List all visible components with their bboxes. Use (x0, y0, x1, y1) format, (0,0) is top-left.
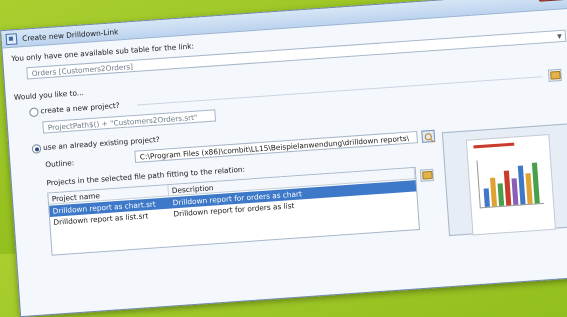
subtable-value: Orders [Customers2Orders] (31, 61, 134, 78)
folder-icon (421, 170, 433, 180)
existing-project-radio[interactable] (31, 143, 42, 154)
search-icon (424, 132, 433, 141)
new-project-path-value: ProjectPath$() + "Customers2Orders.srt" (47, 112, 198, 132)
new-project-radio[interactable] (29, 107, 39, 118)
new-project-label: create a new project? (40, 100, 120, 116)
preview-header-bar (473, 142, 515, 149)
new-project-browse-button[interactable] (547, 68, 562, 82)
question-label: Would you like to... (13, 87, 85, 102)
chevron-down-icon: ▼ (556, 32, 563, 41)
report-preview (441, 123, 567, 237)
preview-chart (476, 156, 544, 209)
outline-search-button[interactable] (421, 129, 436, 143)
outline-label: Outline: (44, 158, 75, 170)
window-title: Create new Drilldown-Link (21, 26, 119, 43)
projects-folder-button[interactable] (419, 168, 434, 182)
outline-path-field[interactable]: C:\Program Files (x86)\combit\LL15\Beisp… (134, 130, 419, 163)
preview-thumbnail (465, 133, 556, 236)
app-icon (5, 32, 18, 45)
screenshot-stage: ✕ Create new Drilldown-Link You only hav… (0, 0, 567, 317)
drilldown-dialog: ✕ Create new Drilldown-Link You only hav… (0, 0, 567, 317)
separator (137, 76, 543, 106)
folder-icon (549, 70, 561, 80)
outline-path-value: C:\Program Files (x86)\combit\LL15\Beisp… (139, 133, 410, 162)
